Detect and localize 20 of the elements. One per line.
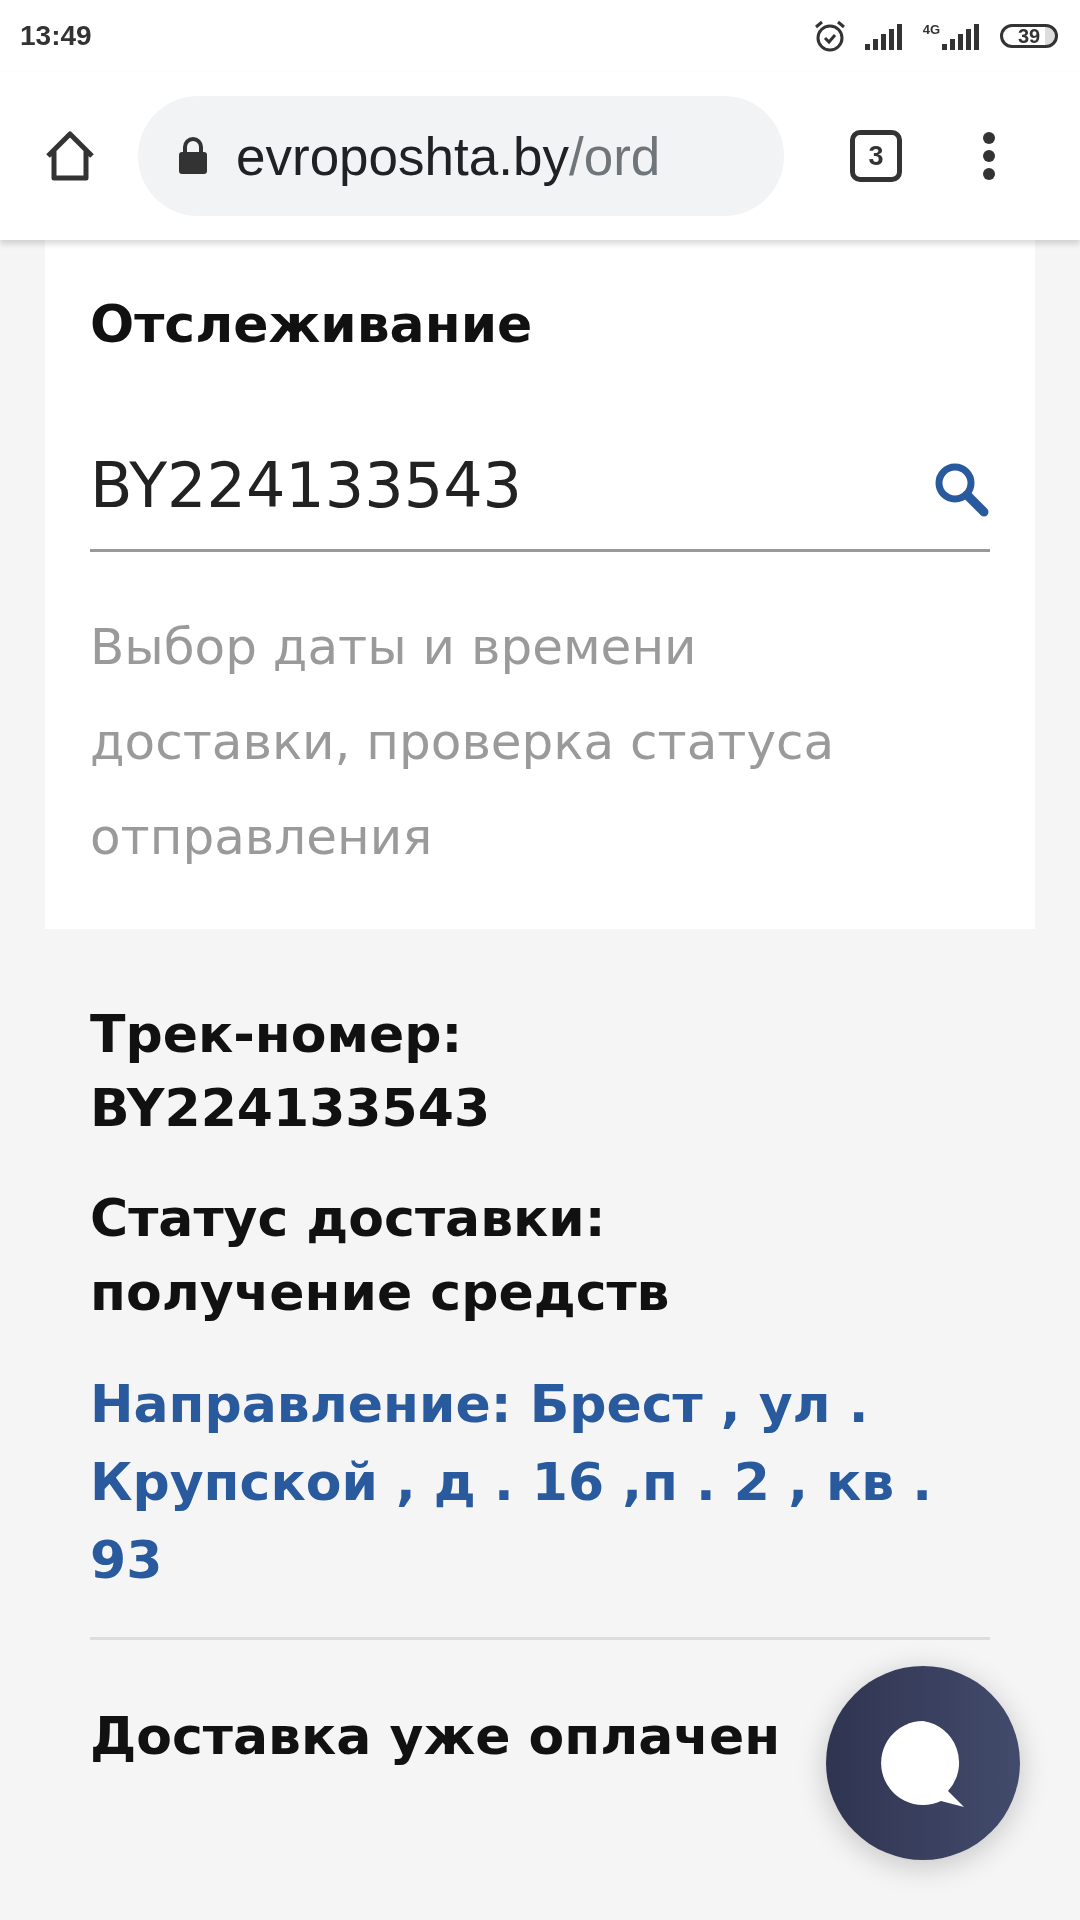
battery-level: 39 bbox=[1000, 24, 1058, 48]
signal-icon bbox=[864, 22, 905, 50]
status-label: Статус доставки: bbox=[90, 1187, 607, 1250]
direction-address: Направление: Брест , ул . Крупской , д . 16 ,п . 2 , кв . 93 bbox=[90, 1373, 934, 1592]
alarm-icon bbox=[812, 19, 847, 53]
lock-icon bbox=[178, 137, 208, 175]
status-value: получение средств bbox=[90, 1261, 671, 1324]
card-title: Отслеживание bbox=[90, 294, 534, 354]
track-label: Трек-номер: bbox=[90, 1003, 464, 1066]
track-number: BY224133543 bbox=[90, 1077, 492, 1140]
tab-count-button[interactable]: 3 bbox=[850, 130, 902, 182]
address-bar[interactable]: evroposhta.by/ord bbox=[138, 96, 784, 216]
menu-icon[interactable] bbox=[982, 131, 996, 181]
payment-status: Доставка уже оплачен bbox=[90, 1706, 781, 1766]
clock-time: 13:49 bbox=[20, 20, 92, 52]
signal-icon bbox=[942, 22, 982, 50]
network-type: 4G bbox=[922, 22, 940, 37]
url-text: evroposhta.by/ord bbox=[236, 125, 661, 187]
hint-text: Выбор даты и времени доставки, проверка статуса отправления bbox=[90, 617, 836, 868]
tracking-input-field[interactable]: BY224133543 bbox=[90, 432, 990, 552]
